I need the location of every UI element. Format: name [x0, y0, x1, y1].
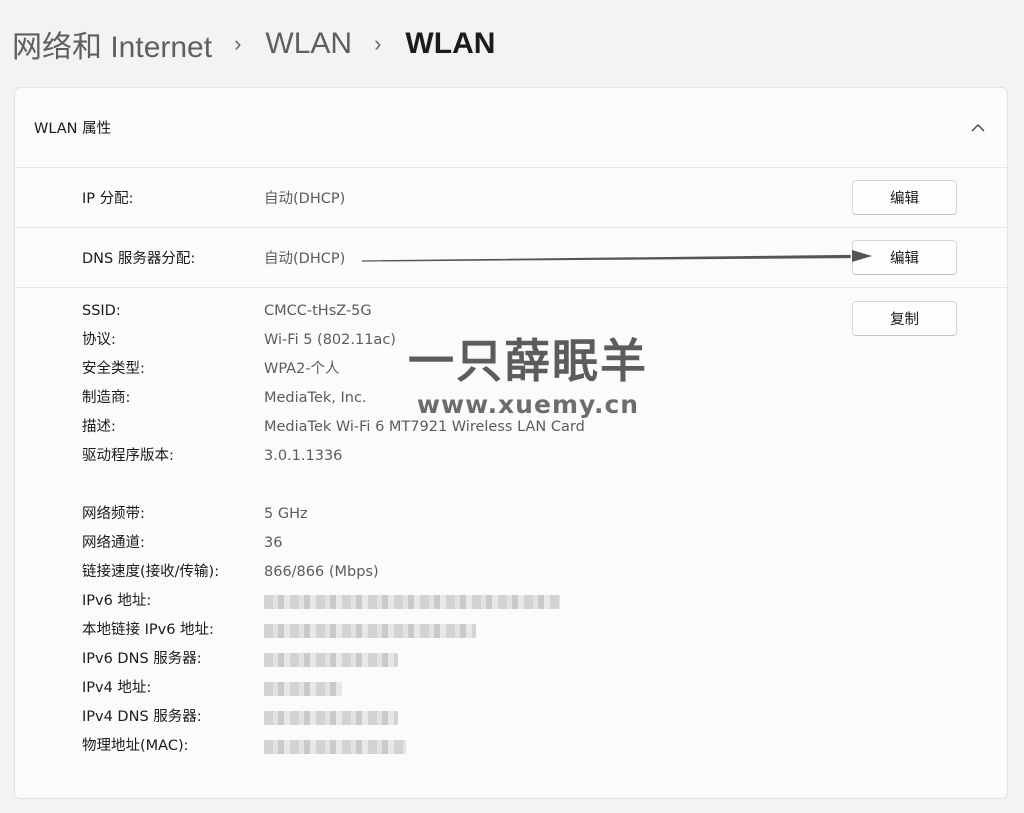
page-title: WLAN [405, 27, 496, 60]
ipv4-dns-redacted [264, 711, 398, 725]
breadcrumb-network-internet[interactable]: 网络和 Internet [12, 22, 212, 66]
ip-assignment-row: IP 分配: 自动(DHCP) 编辑 [15, 168, 1007, 228]
security-type-label: 安全类型: [82, 361, 145, 377]
ipv6-address-label: IPv6 地址: [82, 593, 152, 609]
ipv4-dns-label: IPv4 DNS 服务器: [82, 709, 202, 725]
breadcrumb: 网络和 Internet › WLAN › WLAN [12, 22, 495, 66]
ipv4-address-label: IPv4 地址: [82, 680, 152, 696]
dns-assignment-value: 自动(DHCP) [264, 251, 346, 267]
ip-assignment-label: IP 分配: [82, 191, 134, 207]
description-value: MediaTek Wi-Fi 6 MT7921 Wireless LAN Car… [264, 419, 585, 435]
ip-assignment-value: 自动(DHCP) [264, 191, 346, 207]
ssid-value: CMCC-tHsZ-5G [264, 303, 372, 319]
dns-assignment-row: DNS 服务器分配: 自动(DHCP) 编辑 [15, 228, 1007, 288]
mac-address-redacted [264, 740, 406, 754]
link-local-ipv6-redacted [264, 624, 476, 638]
driver-version-value: 3.0.1.1336 [264, 448, 343, 464]
breadcrumb-separator-icon: › [374, 31, 382, 56]
dns-assignment-label: DNS 服务器分配: [82, 251, 196, 267]
mac-address-label: 物理地址(MAC): [82, 738, 189, 754]
network-channel-label: 网络通道: [82, 535, 145, 551]
ipv6-dns-label: IPv6 DNS 服务器: [82, 651, 202, 667]
network-channel-value: 36 [264, 535, 283, 551]
edit-dns-button[interactable]: 编辑 [852, 240, 957, 275]
manufacturer-value: MediaTek, Inc. [264, 390, 367, 406]
breadcrumb-separator-icon: › [234, 31, 242, 56]
security-type-value: WPA2-个人 [264, 361, 340, 377]
ipv4-address-redacted [264, 682, 342, 696]
wlan-properties-header[interactable]: WLAN 属性 [15, 88, 1007, 168]
ipv6-dns-redacted [264, 653, 398, 667]
link-speed-label: 链接速度(接收/传输): [82, 564, 220, 580]
network-band-label: 网络频带: [82, 506, 145, 522]
wlan-properties-card: WLAN 属性 IP 分配: 自动(DHCP) 编辑 DNS 服务器分配: 自动… [14, 87, 1008, 799]
network-band-value: 5 GHz [264, 506, 308, 522]
details-section: 复制 SSID: CMCC-tHsZ-5G 协议: Wi-Fi 5 (802.1… [15, 288, 1007, 798]
card-title: WLAN 属性 [34, 121, 112, 137]
copy-button[interactable]: 复制 [852, 301, 957, 336]
description-label: 描述: [82, 419, 116, 435]
manufacturer-label: 制造商: [82, 390, 131, 406]
link-local-ipv6-label: 本地链接 IPv6 地址: [82, 622, 214, 638]
protocol-label: 协议: [82, 332, 116, 348]
breadcrumb-wlan[interactable]: WLAN [265, 27, 352, 61]
ssid-label: SSID: [82, 303, 121, 319]
link-speed-value: 866/866 (Mbps) [264, 564, 379, 580]
protocol-value: Wi-Fi 5 (802.11ac) [264, 332, 396, 348]
chevron-up-icon[interactable] [967, 117, 989, 139]
ipv6-address-redacted [264, 595, 560, 609]
driver-version-label: 驱动程序版本: [82, 448, 174, 464]
edit-ip-button[interactable]: 编辑 [852, 180, 957, 215]
